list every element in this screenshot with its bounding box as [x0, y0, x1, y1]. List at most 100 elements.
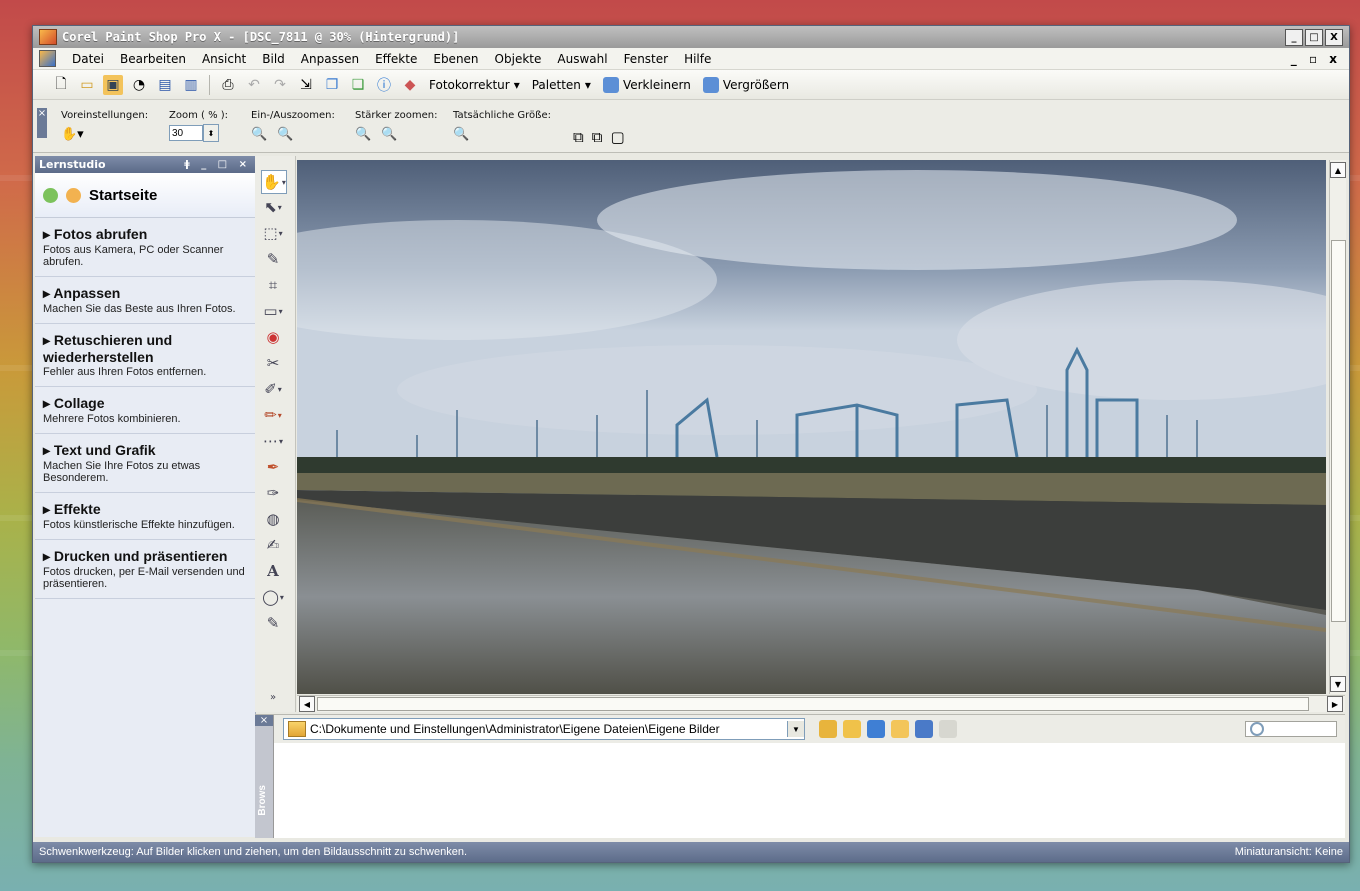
paste-image-icon[interactable]: ❏: [348, 75, 368, 95]
preset-shape-icon[interactable]: ◯ ▾: [261, 586, 285, 608]
maximize-button[interactable]: □: [1305, 28, 1323, 46]
scroll-up-icon[interactable]: ▲: [1330, 162, 1346, 178]
vertical-scroll-thumb[interactable]: [1331, 240, 1346, 622]
photo-fix-icon[interactable]: ◆: [400, 75, 420, 95]
thumbnail-size-slider[interactable]: [1245, 721, 1337, 737]
zoom-more-out-icon[interactable]: 🔍: [355, 127, 371, 142]
save-icon[interactable]: ▤: [155, 75, 175, 95]
menu-hilfe[interactable]: Hilfe: [676, 52, 719, 66]
menu-anpassen[interactable]: Anpassen: [293, 52, 367, 66]
scroll-down-icon[interactable]: ▼: [1330, 676, 1346, 692]
close-button[interactable]: X: [1325, 28, 1343, 46]
selection-tool-icon[interactable]: ⬚ ▾: [261, 222, 285, 244]
organizer-side-tab[interactable]: × Brows: [255, 715, 274, 838]
menu-objekte[interactable]: Objekte: [487, 52, 550, 66]
document-icon[interactable]: [39, 50, 56, 67]
fullscreen-icon[interactable]: ▢: [610, 128, 624, 146]
menu-bearbeiten[interactable]: Bearbeiten: [112, 52, 194, 66]
image-canvas[interactable]: [297, 160, 1326, 694]
fotokorrektur-label: Fotokorrektur: [429, 77, 510, 92]
zoom-stepper[interactable]: ⬍: [203, 124, 219, 142]
fit-window-icon[interactable]: ⧉: [573, 128, 584, 146]
panel-controls[interactable]: ǂ _ □ ×: [184, 159, 251, 170]
makeover-tool-icon[interactable]: ✂: [261, 352, 285, 374]
presets-hand-icon[interactable]: ✋▾: [61, 127, 148, 142]
section-text-grafik[interactable]: ▸ Text und Grafik Machen Sie Ihre Fotos …: [35, 434, 255, 493]
home-link[interactable]: Startseite: [89, 187, 157, 204]
back-icon[interactable]: [43, 187, 58, 203]
info-icon[interactable]: ⓘ: [374, 75, 394, 95]
open-folder-icon[interactable]: ▭: [77, 75, 97, 95]
tree-view-icon[interactable]: [843, 720, 861, 738]
section-effekte[interactable]: ▸ Effekte Fotos künstlerische Effekte hi…: [35, 493, 255, 540]
zoom-input[interactable]: [169, 125, 203, 141]
minimize-button[interactable]: _: [1285, 28, 1303, 46]
folder-browse-icon[interactable]: [891, 720, 909, 738]
info-icon[interactable]: [867, 720, 885, 738]
section-drucken[interactable]: ▸ Drucken und präsentieren Fotos drucken…: [35, 540, 255, 599]
fotokorrektur-menu[interactable]: Fotokorrektur ▾: [429, 78, 520, 92]
straighten-tool-icon[interactable]: ▭ ▾: [261, 300, 285, 322]
section-retuschieren[interactable]: ▸ Retuschieren und wiederherstellen Fehl…: [35, 324, 255, 387]
vergroessern-button[interactable]: Vergrößern: [702, 76, 789, 93]
zoom-more-in-icon[interactable]: 🔍: [381, 127, 397, 142]
section-collage[interactable]: ▸ Collage Mehrere Fotos kombinieren.: [35, 387, 255, 434]
text-tool-icon[interactable]: A: [261, 560, 285, 582]
thumbnail-view-icon[interactable]: [915, 720, 933, 738]
menu-datei[interactable]: Datei: [64, 52, 112, 66]
zoom-out-icon[interactable]: 🔍: [251, 127, 267, 142]
scroll-right-icon[interactable]: ▶: [1327, 696, 1343, 712]
clone-brush-icon[interactable]: ✐ ▾: [261, 378, 285, 400]
verkleinern-button[interactable]: Verkleinern: [602, 76, 691, 93]
red-eye-icon[interactable]: ◉: [261, 326, 285, 348]
fill-tool-icon[interactable]: ◍: [261, 508, 285, 530]
print-icon[interactable]: ⎙: [218, 75, 238, 95]
document-window-controls[interactable]: _ ▫ x: [1291, 52, 1341, 66]
new-file-icon[interactable]: 🗋: [51, 75, 71, 95]
pan-tool-icon[interactable]: ✋ ▾: [261, 170, 287, 194]
pencil-tool-icon[interactable]: ✎: [261, 612, 285, 634]
chevron-down-icon[interactable]: ▼: [787, 721, 804, 737]
redo-icon[interactable]: ↷: [270, 75, 290, 95]
vertical-scrollbar[interactable]: ▲ ▼: [1329, 160, 1346, 694]
fit-image-icon[interactable]: ⧉: [592, 128, 603, 146]
crop-tool-icon[interactable]: ⌗: [261, 274, 285, 296]
menu-auswahl[interactable]: Auswahl: [549, 52, 615, 66]
slider-handle-icon[interactable]: [1250, 722, 1264, 736]
options-close-icon[interactable]: ×: [37, 108, 47, 138]
more-tools-icon[interactable]: »: [261, 686, 285, 708]
horizontal-scroll-thumb[interactable]: [317, 697, 1309, 711]
paletten-menu[interactable]: Paletten ▾: [532, 78, 591, 92]
eraser-tool-icon[interactable]: ✑: [261, 482, 285, 504]
horizontal-scrollbar[interactable]: ◀ ▶: [297, 695, 1345, 712]
path-dropdown[interactable]: C:\Dokumente und Einstellungen\Administr…: [283, 718, 805, 740]
pick-tool-icon[interactable]: ⬉ ▾: [261, 196, 285, 218]
title-bar: Corel Paint Shop Pro X - [DSC_7811 @ 30%…: [33, 26, 1349, 48]
menu-ansicht[interactable]: Ansicht: [194, 52, 254, 66]
copy-image-icon[interactable]: ❐: [322, 75, 342, 95]
harbour-photo: [297, 160, 1326, 694]
menu-effekte[interactable]: Effekte: [367, 52, 425, 66]
menu-ebenen[interactable]: Ebenen: [425, 52, 486, 66]
save-as-icon[interactable]: ▥: [181, 75, 201, 95]
menu-bild[interactable]: Bild: [254, 52, 293, 66]
scroll-left-icon[interactable]: ◀: [299, 696, 315, 712]
section-fotos-abrufen[interactable]: ▸ Fotos abrufen Fotos aus Kamera, PC ode…: [35, 218, 255, 277]
browse-icon[interactable]: ▣: [103, 74, 123, 95]
undo-icon[interactable]: ↶: [244, 75, 264, 95]
refresh-icon[interactable]: [939, 720, 957, 738]
dodge-tool-icon[interactable]: ⋯ ▾: [261, 430, 285, 452]
eyedropper-icon[interactable]: ✎: [261, 248, 285, 270]
home-icon[interactable]: [66, 187, 81, 203]
zoom-in-icon[interactable]: 🔍: [277, 127, 293, 142]
actual-size-icon[interactable]: 🔍: [453, 127, 551, 142]
scan-icon[interactable]: ◔: [129, 75, 149, 95]
pen-tool-icon[interactable]: ✍: [261, 534, 285, 556]
resize-icon[interactable]: ⇲: [296, 75, 316, 95]
paint-brush-icon[interactable]: ✏ ▾: [261, 404, 285, 426]
smudge-tool-icon[interactable]: ✒: [261, 456, 285, 478]
section-anpassen[interactable]: ▸ Anpassen Machen Sie das Beste aus Ihre…: [35, 277, 255, 324]
menu-fenster[interactable]: Fenster: [616, 52, 677, 66]
organizer-close-icon[interactable]: ×: [255, 715, 273, 726]
up-folder-icon[interactable]: [819, 720, 837, 738]
